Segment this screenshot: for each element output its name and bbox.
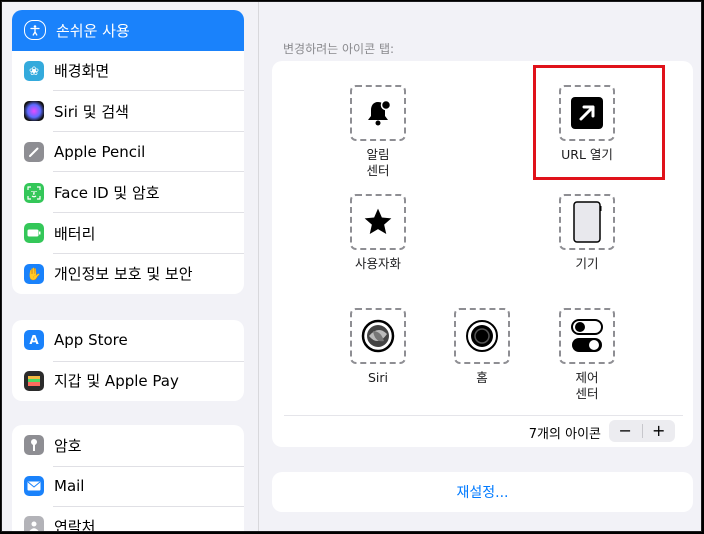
sidebar-item-privacy[interactable]: ✋ 개인정보 보호 및 보안: [12, 254, 244, 295]
custom-menu-card: 알림 센터 URL 열기 사용자화 기기 Siri 홈 제어 센터 7개의 아이…: [272, 61, 693, 447]
sidebar-item-label: Face ID 및 암호: [54, 184, 160, 203]
icon-slot-siri[interactable]: Siri: [323, 308, 433, 386]
sidebar-item-passwords[interactable]: 암호: [12, 425, 244, 466]
pencil-icon: [24, 142, 44, 163]
decrement-button[interactable]: −: [609, 420, 642, 442]
sidebar-item-accessibility[interactable]: 손쉬운 사용: [12, 10, 244, 51]
sidebar-item-wallpaper[interactable]: ❀ 배경화면: [12, 51, 244, 92]
icon-count-label: 7개의 아이콘: [528, 427, 601, 442]
sidebar-group-general: 손쉬운 사용 ❀ 배경화면 Siri 및 검색 Apple Pencil Fac…: [12, 10, 244, 295]
notification-bell-icon: [350, 85, 406, 141]
sidebar-item-label: 배경화면: [54, 62, 110, 81]
sidebar-item-label: 개인정보 보호 및 보안: [54, 265, 193, 284]
icon-slot-label: 사용자화: [354, 256, 401, 271]
increment-button[interactable]: +: [643, 420, 676, 442]
sidebar-item-label: Siri 및 검색: [54, 102, 129, 121]
device-ipad-icon: [559, 194, 615, 250]
icon-slot-label: Siri: [367, 370, 389, 385]
sidebar-item-app-store[interactable]: A App Store: [12, 320, 244, 361]
icon-slot-label: 홈: [476, 370, 488, 385]
sidebar-item-label: Mail: [54, 476, 85, 495]
sidebar-item-label: 배터리: [54, 224, 96, 243]
icon-slot-notification-center[interactable]: 알림 센터: [323, 85, 433, 179]
wallpaper-flower-icon: ❀: [24, 60, 44, 81]
icon-count-stepper[interactable]: − +: [609, 420, 675, 442]
settings-sidebar: 손쉬운 사용 ❀ 배경화면 Siri 및 검색 Apple Pencil Fac…: [2, 2, 259, 531]
key-icon: [24, 435, 44, 456]
reset-label: 재설정...: [456, 485, 509, 501]
sidebar-item-label: 연락처: [54, 517, 96, 532]
sidebar-item-contacts[interactable]: 연락처: [12, 506, 244, 532]
icon-slot-control-center[interactable]: 제어 센터: [532, 308, 642, 402]
icon-slot-home[interactable]: 홈: [427, 308, 537, 386]
sidebar-item-label: App Store: [54, 331, 128, 350]
section-caption: 변경하려는 아이콘 탭:: [283, 42, 395, 56]
icon-slot-device[interactable]: 기기: [532, 194, 642, 272]
divider: [53, 360, 244, 362]
icon-slot-custom[interactable]: 사용자화: [323, 194, 433, 272]
sidebar-item-label: 암호: [54, 436, 82, 455]
siri-icon: [24, 101, 44, 122]
icon-slot-label: 알림 센터: [366, 147, 390, 178]
sidebar-item-face-id[interactable]: Face ID 및 암호: [12, 172, 244, 213]
divider: [53, 465, 244, 467]
sidebar-item-label: Apple Pencil: [54, 143, 146, 162]
settings-window: 손쉬운 사용 ❀ 배경화면 Siri 및 검색 Apple Pencil Fac…: [1, 1, 702, 532]
sidebar-item-wallet[interactable]: 지갑 및 Apple Pay: [12, 360, 244, 402]
sidebar-item-battery[interactable]: 배터리: [12, 213, 244, 254]
home-button-icon: [454, 308, 510, 364]
wallet-icon: [24, 370, 44, 391]
icon-slot-open-url[interactable]: URL 열기: [532, 85, 642, 163]
divider: [284, 415, 683, 416]
face-id-icon: [24, 182, 44, 203]
sidebar-item-mail[interactable]: Mail: [12, 465, 244, 507]
app-store-icon: A: [24, 330, 44, 351]
sidebar-item-apple-pencil[interactable]: Apple Pencil: [12, 132, 244, 173]
sidebar-item-label: 지갑 및 Apple Pay: [54, 372, 179, 391]
hand-icon: ✋: [24, 263, 44, 284]
control-center-toggle-icon: [559, 308, 615, 364]
icon-slot-label: URL 열기: [561, 147, 613, 162]
reset-button[interactable]: 재설정...: [272, 472, 693, 512]
battery-icon: [24, 223, 44, 244]
contacts-icon: [24, 516, 44, 531]
sidebar-item-label: 손쉬운 사용: [56, 21, 130, 40]
sidebar-group-apps: 암호 Mail 연락처: [12, 425, 244, 532]
detail-pane: 변경하려는 아이콘 탭: 알림 센터 URL 열기 사용자화 기기 Siri 홈…: [259, 2, 701, 531]
sidebar-item-siri-search[interactable]: Siri 및 검색: [12, 91, 244, 132]
divider: [53, 506, 244, 508]
open-url-arrow-icon: [559, 85, 615, 141]
icon-slot-label: 기기: [575, 256, 599, 271]
accessibility-icon: [24, 20, 46, 41]
mail-icon: [24, 475, 44, 496]
star-icon: [350, 194, 406, 250]
sidebar-group-store: A App Store 지갑 및 Apple Pay: [12, 320, 244, 402]
siri-icon: [350, 308, 406, 364]
icon-slot-label: 제어 센터: [575, 370, 599, 401]
